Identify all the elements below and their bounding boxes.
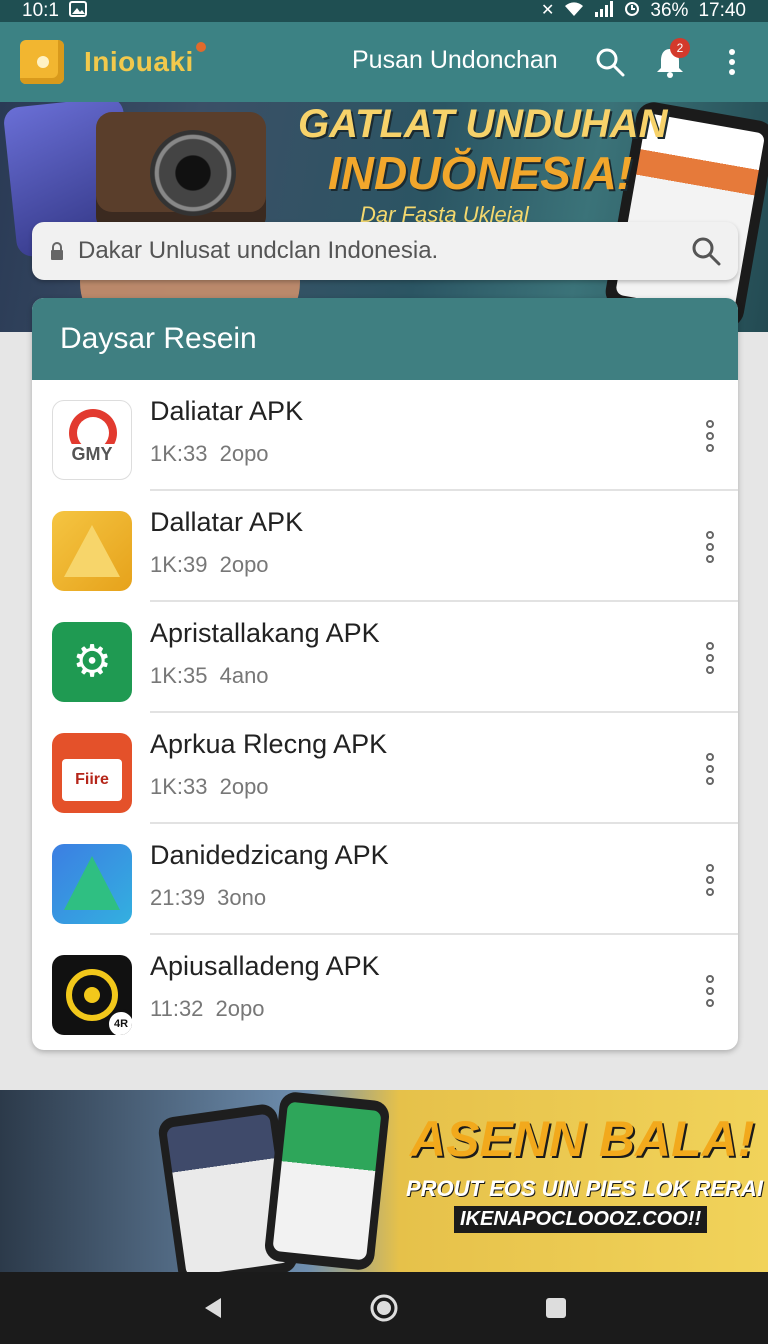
item-name: Dallatar APK [150,507,304,537]
brand-name: Iniouaki [84,42,206,78]
icon-label: GMY [53,444,131,465]
back-button[interactable] [192,1288,232,1328]
banner-subtitle: PROUT EOS UIN PIES LOK RERAI [406,1176,763,1201]
status-time-left: 10:1 [22,0,59,21]
item-name: Danidedzicang APK [150,840,389,870]
item-more-icon[interactable] [698,416,722,456]
item-more-icon[interactable] [698,638,722,678]
green-gear-app-icon: ⚙ [52,622,132,702]
back-icon [205,1298,221,1318]
mute-icon: ✕ [541,2,555,19]
list-item[interactable]: GMY Daliatar APK 1K:33 2opo [32,380,738,491]
banner-phone-image-2 [263,1090,391,1272]
more-vert-icon [729,49,735,75]
list-item[interactable]: Danidedzicang APK 21:39 3ono [32,824,738,935]
apk-list-card: Daysar Resein GMY Daliatar APK 1K:33 2op… [32,298,738,1050]
notification-badge: 2 [670,38,690,58]
item-more-icon[interactable] [698,749,722,789]
item-name: Aprkua Rlecng APK [150,729,388,759]
home-button[interactable] [364,1288,404,1328]
app-bar: Iniouaki Pusan Undonchan 2 [0,22,768,102]
list-header: Daysar Resein [32,298,738,380]
banner-title: ASENN BALA! [410,1111,755,1167]
hero-title-line1: GATLAT UNDUHAN [298,102,668,146]
item-meta: 1K:39 2opo [150,552,269,577]
item-more-icon[interactable] [698,860,722,900]
list-item[interactable]: 4R Apiusalladeng APK 11:32 2opo [32,935,738,1046]
recents-button[interactable] [536,1288,576,1328]
search-input[interactable]: Dakar Unlusat undclan Indonesia. [78,237,690,265]
item-name: Apristallakang APK [150,618,380,648]
item-meta: 1K:33 2opo [150,441,269,466]
item-name: Apiusalladeng APK [150,951,380,981]
item-more-icon[interactable] [698,527,722,567]
item-more-icon[interactable] [698,971,722,1011]
list-item[interactable]: ⚙ Apristallakang APK 1K:35 4ano [32,602,738,713]
blue-triangle-app-icon [52,844,132,924]
camera-lens-image [150,130,236,216]
icon-label: Fiire [62,759,122,801]
gmy-app-icon: GMY [52,400,132,480]
hero-title-line2: INDUŎNESIA! [328,147,633,199]
status-time-right: 17:40 [698,0,746,21]
signal-icon [594,1,614,21]
item-meta: 11:32 2opo [150,996,265,1021]
alarm-icon [624,1,640,21]
item-meta: 1K:35 4ano [150,663,269,688]
search-button[interactable] [588,40,632,84]
item-meta: 21:39 3ono [150,885,267,910]
search-icon [596,48,625,77]
icon-label: 4R [106,1009,132,1035]
search-bar[interactable]: Dakar Unlusat undclan Indonesia. [32,222,738,280]
brand-dot-icon [195,42,206,52]
wifi-icon [564,1,584,21]
lock-icon [51,242,63,260]
promo-banner[interactable]: ASENN BALA! PROUT EOS UIN PIES LOK RERAI… [0,1090,768,1272]
list-item[interactable]: Dallatar APK 1K:39 2opo [32,491,738,602]
overflow-menu-button[interactable] [710,40,754,84]
search-submit-icon[interactable] [690,235,722,267]
banner-tagline: IKENAPOCLOOOZ.COO!! [454,1206,708,1233]
battery-percent: 36% [650,0,689,21]
list-item[interactable]: Fiire Aprkua Rlecng APK 1K:33 2opo [32,713,738,824]
system-nav-bar [0,1272,768,1344]
recents-icon [546,1298,566,1318]
red-fire-app-icon: Fiire [52,733,132,813]
item-name: Daliatar APK [150,396,304,426]
image-notification-icon [68,1,87,21]
app-logo-icon[interactable] [20,40,64,84]
brand-label: Iniouaki [84,46,194,77]
notifications-button[interactable]: 2 [648,38,692,84]
status-bar: 10:1 ✕ 36% 17:40 [0,0,768,22]
yellow-triangle-app-icon [52,511,132,591]
home-icon [370,1294,398,1322]
page-title: Pusan Undonchan [352,46,558,74]
item-meta: 1K:33 2opo [150,774,269,799]
black-wheel-app-icon: 4R [52,955,132,1035]
